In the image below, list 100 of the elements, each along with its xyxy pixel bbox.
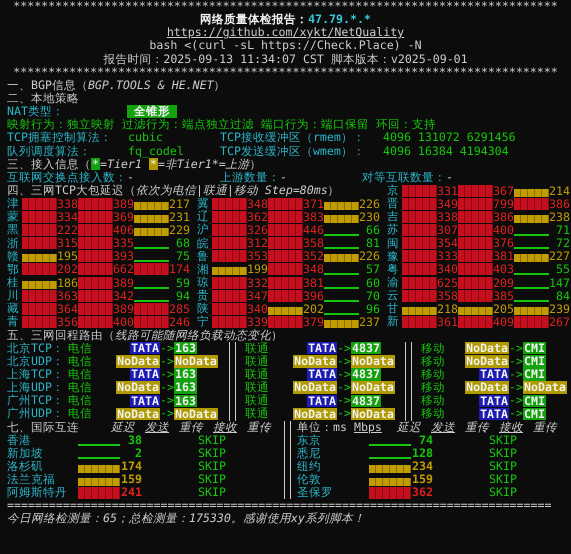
latency-bar	[78, 276, 113, 289]
route-hop-badge: TATA	[130, 368, 160, 381]
region-name: 皖	[197, 236, 210, 250]
arrow-text: ->	[160, 342, 174, 355]
latency-bar	[212, 290, 247, 302]
latency-value: 227	[549, 249, 570, 264]
city-name: 新加坡	[7, 446, 44, 460]
arrow-text: ->	[509, 394, 523, 408]
latency-value: 333	[437, 249, 458, 264]
latency-bar	[514, 214, 549, 223]
arrow-text: ->	[509, 407, 523, 421]
latency-bar	[514, 286, 549, 289]
latency-bar	[324, 202, 359, 210]
field-value: -	[280, 170, 287, 184]
latency-value: 376	[493, 236, 514, 250]
latency-bar	[324, 234, 359, 236]
region-name: 黑	[7, 222, 20, 238]
latency-value: 352	[303, 249, 324, 264]
latency-value: 367	[493, 184, 514, 198]
arrow-text: ->	[160, 407, 174, 421]
region-name: 川	[7, 288, 20, 302]
test-result: SKIP	[489, 486, 517, 500]
field-label: 映射行为：	[7, 117, 67, 132]
test-result: SKIP	[489, 473, 517, 486]
latency-value: 231	[169, 210, 190, 224]
latency-bar	[402, 224, 437, 236]
route-hop-badge: TATA	[130, 394, 160, 408]
latency-value: 237	[359, 314, 380, 329]
route-label: 广州TCP：	[7, 394, 65, 408]
carrier-name: 移动	[421, 354, 446, 368]
latency-value: 174	[120, 460, 142, 474]
route-hop-badge: NoData	[116, 381, 160, 394]
latency-bar	[402, 250, 437, 262]
latency-bar	[78, 250, 113, 262]
carrier-name: 电信	[68, 354, 93, 368]
city-name: 阿姆斯特丹	[7, 486, 68, 500]
latency-value: 381	[493, 249, 514, 264]
latency-bar	[514, 254, 549, 262]
latency-value: 349	[437, 196, 458, 211]
arrow-text: ->	[337, 407, 351, 421]
field-value: cubic	[128, 131, 164, 145]
latency-bar	[324, 300, 359, 302]
city-name: 香港	[7, 434, 32, 447]
latency-value: 214	[549, 184, 570, 198]
latency-bar	[514, 234, 549, 236]
test-result: SKIP	[198, 486, 226, 500]
latency-value: 147	[549, 276, 570, 290]
latency-bar	[402, 198, 437, 210]
latency-value: 218	[437, 302, 458, 316]
latency-bar	[458, 290, 493, 302]
carrier-name: 移动	[421, 381, 446, 394]
column-header: 延迟	[111, 420, 136, 434]
latency-value: 393	[113, 249, 134, 264]
latency-bar	[369, 464, 411, 472]
column-header: 重传	[247, 420, 272, 434]
route-label: 北京UDP：	[7, 354, 65, 368]
latency-bar	[458, 263, 493, 276]
footer-message: 今日网络检测量：65；总检测量：175330。感谢使用xy系列脚本！	[7, 512, 365, 526]
latency-value: 326	[247, 222, 268, 237]
carrier-name: 联通	[245, 394, 270, 408]
region-name: 贵	[197, 288, 210, 302]
latency-bar	[402, 184, 437, 197]
latency-value: 389	[113, 196, 134, 211]
route-hop-badge: NoData	[523, 381, 567, 394]
latency-bar	[369, 457, 411, 460]
latency-value: 72	[555, 236, 570, 250]
latency-value: 369	[113, 210, 134, 224]
section-heading: 七、国际互连	[7, 420, 80, 434]
route-hop-badge: CMI	[523, 342, 546, 354]
latency-bar	[402, 263, 437, 276]
latency-bar	[268, 290, 303, 302]
test-result: SKIP	[489, 434, 517, 447]
route-hop-badge: NoData	[351, 408, 395, 420]
latency-bar	[514, 300, 549, 302]
latency-value: 389	[113, 302, 134, 316]
region-name: 桂	[7, 275, 20, 290]
arrow-text: ->	[509, 342, 523, 355]
repo-link[interactable]: https://github.com/xykt/NetQuality	[166, 26, 404, 40]
star-rule: ******************************************************************************	[13, 66, 558, 79]
field-label: 上游数量：	[220, 170, 280, 184]
latency-bar	[22, 198, 57, 210]
latency-bar	[78, 237, 113, 250]
latency-bar	[514, 247, 549, 250]
latency-bar	[78, 290, 113, 302]
route-hop-badge: 163	[174, 342, 197, 354]
field-value: 支持	[412, 117, 436, 132]
field-value: 端口保留	[321, 117, 369, 132]
legend-text: =Tier1	[100, 158, 142, 171]
route-hop-badge: TATA	[307, 342, 337, 354]
latency-value: 348	[247, 196, 268, 211]
latency-value: 230	[359, 210, 380, 224]
region-name: 苏	[387, 222, 400, 238]
latency-value: 662	[113, 262, 134, 276]
latency-bar	[78, 316, 113, 328]
route-hop-badge: CMI	[523, 368, 546, 381]
region-name: 浙	[7, 236, 20, 250]
latency-value: 222	[57, 222, 78, 237]
column-header: 接收	[213, 420, 238, 434]
latency-value: 202	[57, 262, 78, 276]
field-label: 过滤行为：	[122, 117, 182, 132]
